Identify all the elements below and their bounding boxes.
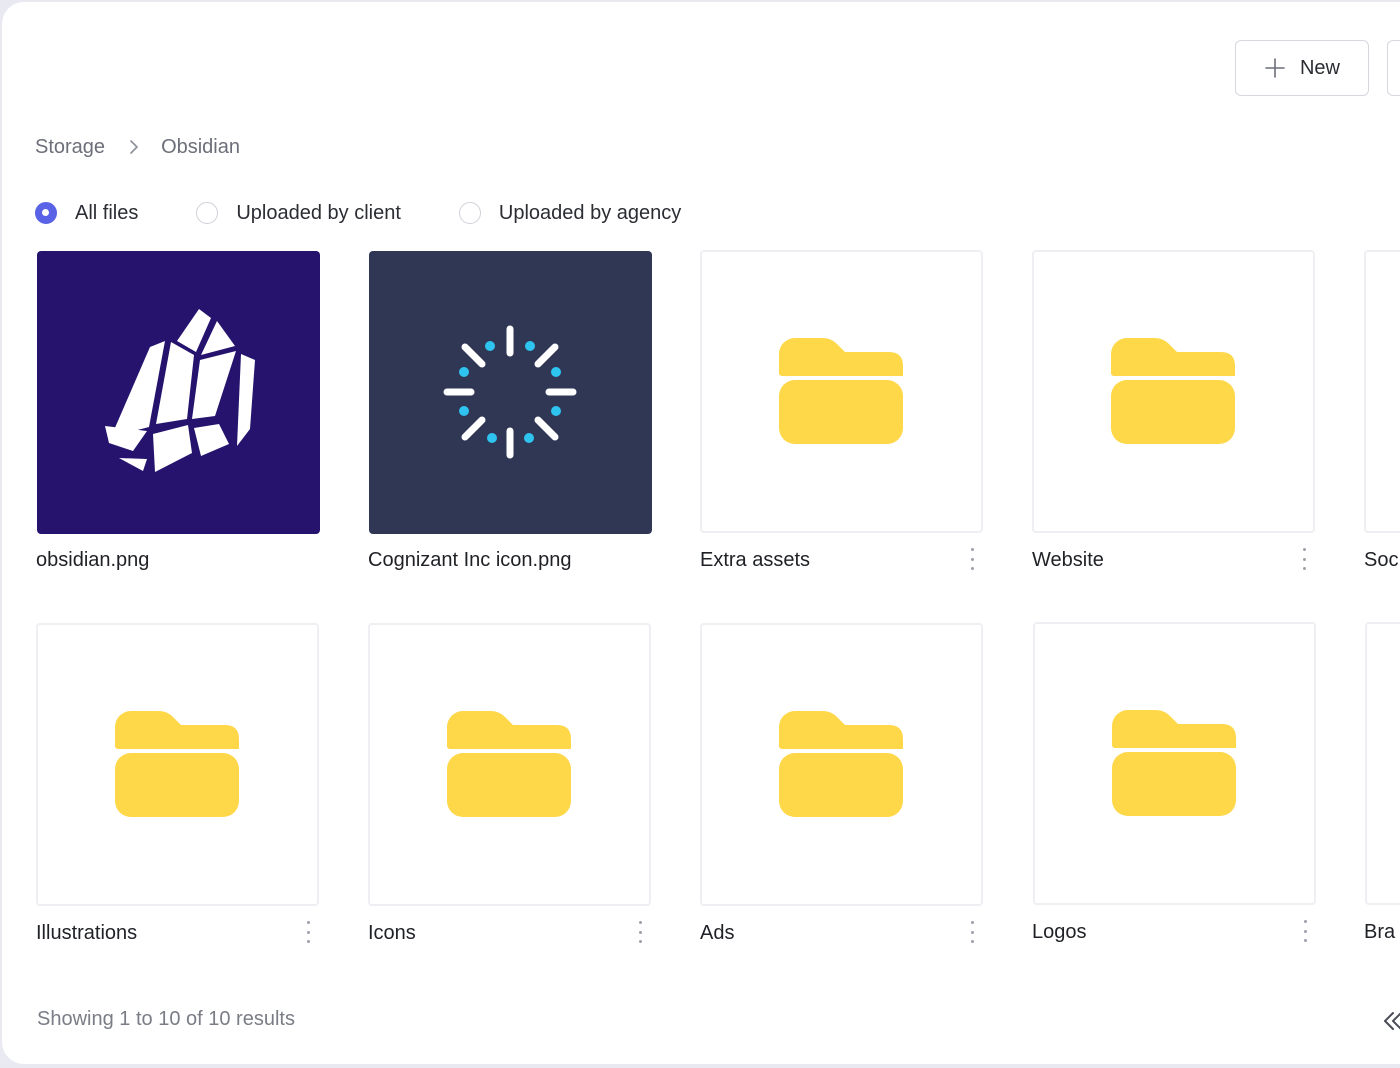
filter-label: All files [75,201,139,224]
folder-tile-soc[interactable] [1364,250,1400,533]
breadcrumb-item-storage[interactable]: Storage [35,136,105,159]
filter-uploaded-by-client[interactable]: Uploaded by client [196,202,401,225]
filter-label: Uploaded by agency [498,201,682,224]
more-options-icon[interactable] [635,921,645,943]
loading-spinner-icon [443,325,577,459]
new-button[interactable]: New [1235,40,1369,96]
folder-name-illustrations[interactable]: Illustrations [36,922,137,945]
more-options-icon[interactable] [967,548,977,570]
folder-icon [778,337,903,444]
filter-all-files[interactable]: All files [35,202,138,225]
folder-name-soc[interactable]: Soc [1364,549,1398,572]
radio-all-files[interactable] [35,202,57,224]
folder-icon [446,710,571,817]
file-name-cognizant[interactable]: Cognizant Inc icon.png [368,549,571,572]
more-options-icon[interactable] [303,921,313,943]
file-thumbnail-cognizant[interactable] [369,251,652,534]
folder-tile-ads[interactable] [700,623,983,906]
chevron-right-icon [129,139,139,155]
more-actions-button[interactable] [1387,40,1400,96]
folder-tile-bra[interactable] [1365,622,1400,905]
folder-name-website[interactable]: Website [1032,549,1104,572]
filter-uploaded-by-agency[interactable]: Uploaded by agency [458,201,682,225]
folder-tile-illustrations[interactable] [36,623,319,906]
folder-tile-website[interactable] [1032,250,1315,533]
folder-tile-extra-assets[interactable] [700,250,983,533]
breadcrumb: Storage Obsidian [35,132,240,162]
folder-icon [1111,709,1236,816]
folder-tile-logos[interactable] [1033,622,1316,905]
radio-uploaded-by-agency[interactable] [458,202,481,224]
file-name-obsidian[interactable]: obsidian.png [36,549,149,572]
folder-name-icons[interactable]: Icons [368,922,416,945]
file-filter-group: All files Uploaded by client Uploaded by… [35,195,739,231]
more-options-icon[interactable] [1299,548,1309,570]
folder-name-ads[interactable]: Ads [700,922,734,945]
folder-icon [778,710,903,817]
folder-name-logos[interactable]: Logos [1032,921,1087,944]
new-button-label: New [1299,56,1340,79]
more-options-icon[interactable] [1300,920,1310,942]
results-summary: Showing 1 to 10 of 10 results [37,1008,295,1030]
breadcrumb-item-obsidian[interactable]: Obsidian [161,136,240,159]
folder-icon [1110,337,1235,444]
obsidian-logo-icon [105,309,255,472]
folder-icon [114,710,239,817]
storage-panel: New Storage Obsidian All files Uploaded … [2,2,1400,1064]
file-thumbnail-obsidian[interactable] [37,251,320,534]
more-options-icon[interactable] [967,921,977,943]
plus-icon [1265,58,1285,78]
radio-uploaded-by-client[interactable] [196,202,219,224]
folder-tile-icons[interactable] [368,623,651,906]
first-page-icon[interactable] [1382,1010,1400,1037]
folder-name-extra-assets[interactable]: Extra assets [700,549,810,572]
filter-label: Uploaded by client [236,201,401,224]
folder-name-bra[interactable]: Bra [1364,921,1395,944]
